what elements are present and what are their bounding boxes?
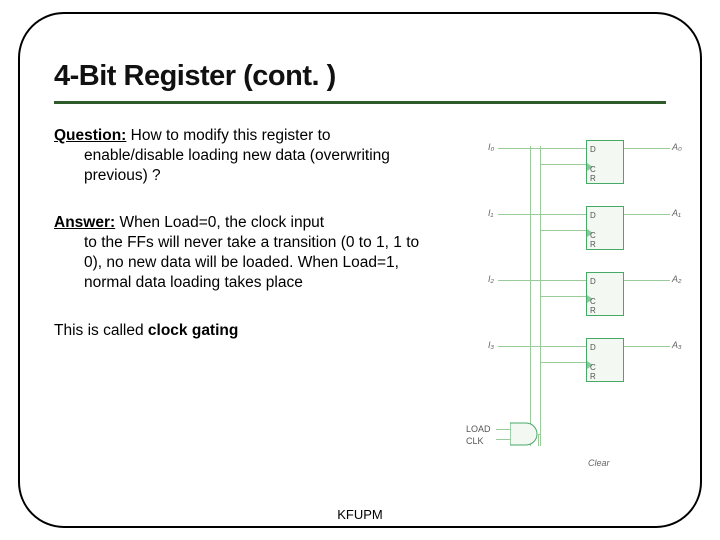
output-label: A₁ [672, 208, 681, 218]
ff-c-label: C [590, 363, 596, 372]
closing-prefix: This is called [54, 322, 148, 339]
clear-label: Clear [588, 458, 610, 468]
wire [498, 148, 586, 149]
bus-line [530, 146, 531, 446]
answer-block: Answer: When Load=0, the clock input to … [54, 213, 434, 292]
ff-r-label: R [590, 174, 596, 183]
wire [538, 434, 539, 446]
output-label: A₀ [672, 142, 682, 152]
register-diagram: I₀ D C R A₀ I₁ D C R A₁ I₂ D C R A₂ I₃ D… [488, 136, 692, 476]
wire [624, 214, 670, 215]
input-label: I₂ [488, 274, 494, 284]
flip-flop: D C R [586, 140, 624, 184]
wire [540, 230, 586, 231]
wire [498, 280, 586, 281]
wire [624, 280, 670, 281]
output-label: A₂ [672, 274, 681, 284]
body-text: Question: How to modify this register to… [54, 126, 434, 341]
ff-d-label: D [590, 211, 596, 220]
question-label: Question: [54, 127, 126, 144]
answer-label: Answer: [54, 214, 115, 231]
wire [496, 439, 510, 440]
flip-flop: D C R [586, 272, 624, 316]
input-label: I₀ [488, 142, 494, 152]
question-rest: enable/disable loading new data (overwri… [54, 146, 434, 186]
input-label: I₃ [488, 340, 494, 350]
question-block: Question: How to modify this register to… [54, 126, 434, 185]
output-label: A₃ [672, 340, 682, 350]
ff-r-label: R [590, 306, 596, 315]
input-label: I₁ [488, 208, 493, 218]
answer-first-line: When Load=0, the clock input [115, 214, 324, 231]
title-rule [54, 101, 666, 104]
ff-r-label: R [590, 372, 596, 381]
wire [538, 434, 541, 435]
slide-title: 4-Bit Register (cont. ) [54, 60, 666, 93]
wire [540, 296, 586, 297]
gate-input-label: CLK [466, 436, 484, 446]
wire [498, 346, 586, 347]
footer-text: KFUPM [0, 507, 720, 522]
ff-c-label: C [590, 297, 596, 306]
answer-rest: to the FFs will never take a transition … [54, 233, 434, 292]
ff-d-label: D [590, 343, 596, 352]
ff-r-label: R [590, 240, 596, 249]
ff-d-label: D [590, 277, 596, 286]
gate-input-label: LOAD [466, 424, 491, 434]
flip-flop: D C R [586, 206, 624, 250]
ff-c-label: C [590, 231, 596, 240]
wire [498, 214, 586, 215]
ff-d-label: D [590, 145, 596, 154]
question-first-line: How to modify this register to [126, 127, 330, 144]
wire [540, 164, 586, 165]
wire [540, 362, 586, 363]
wire [496, 429, 510, 430]
closing-line: This is called clock gating [54, 321, 434, 341]
wire [624, 346, 670, 347]
closing-term: clock gating [148, 322, 238, 339]
wire [624, 148, 670, 149]
flip-flop: D C R [586, 338, 624, 382]
ff-c-label: C [590, 165, 596, 174]
